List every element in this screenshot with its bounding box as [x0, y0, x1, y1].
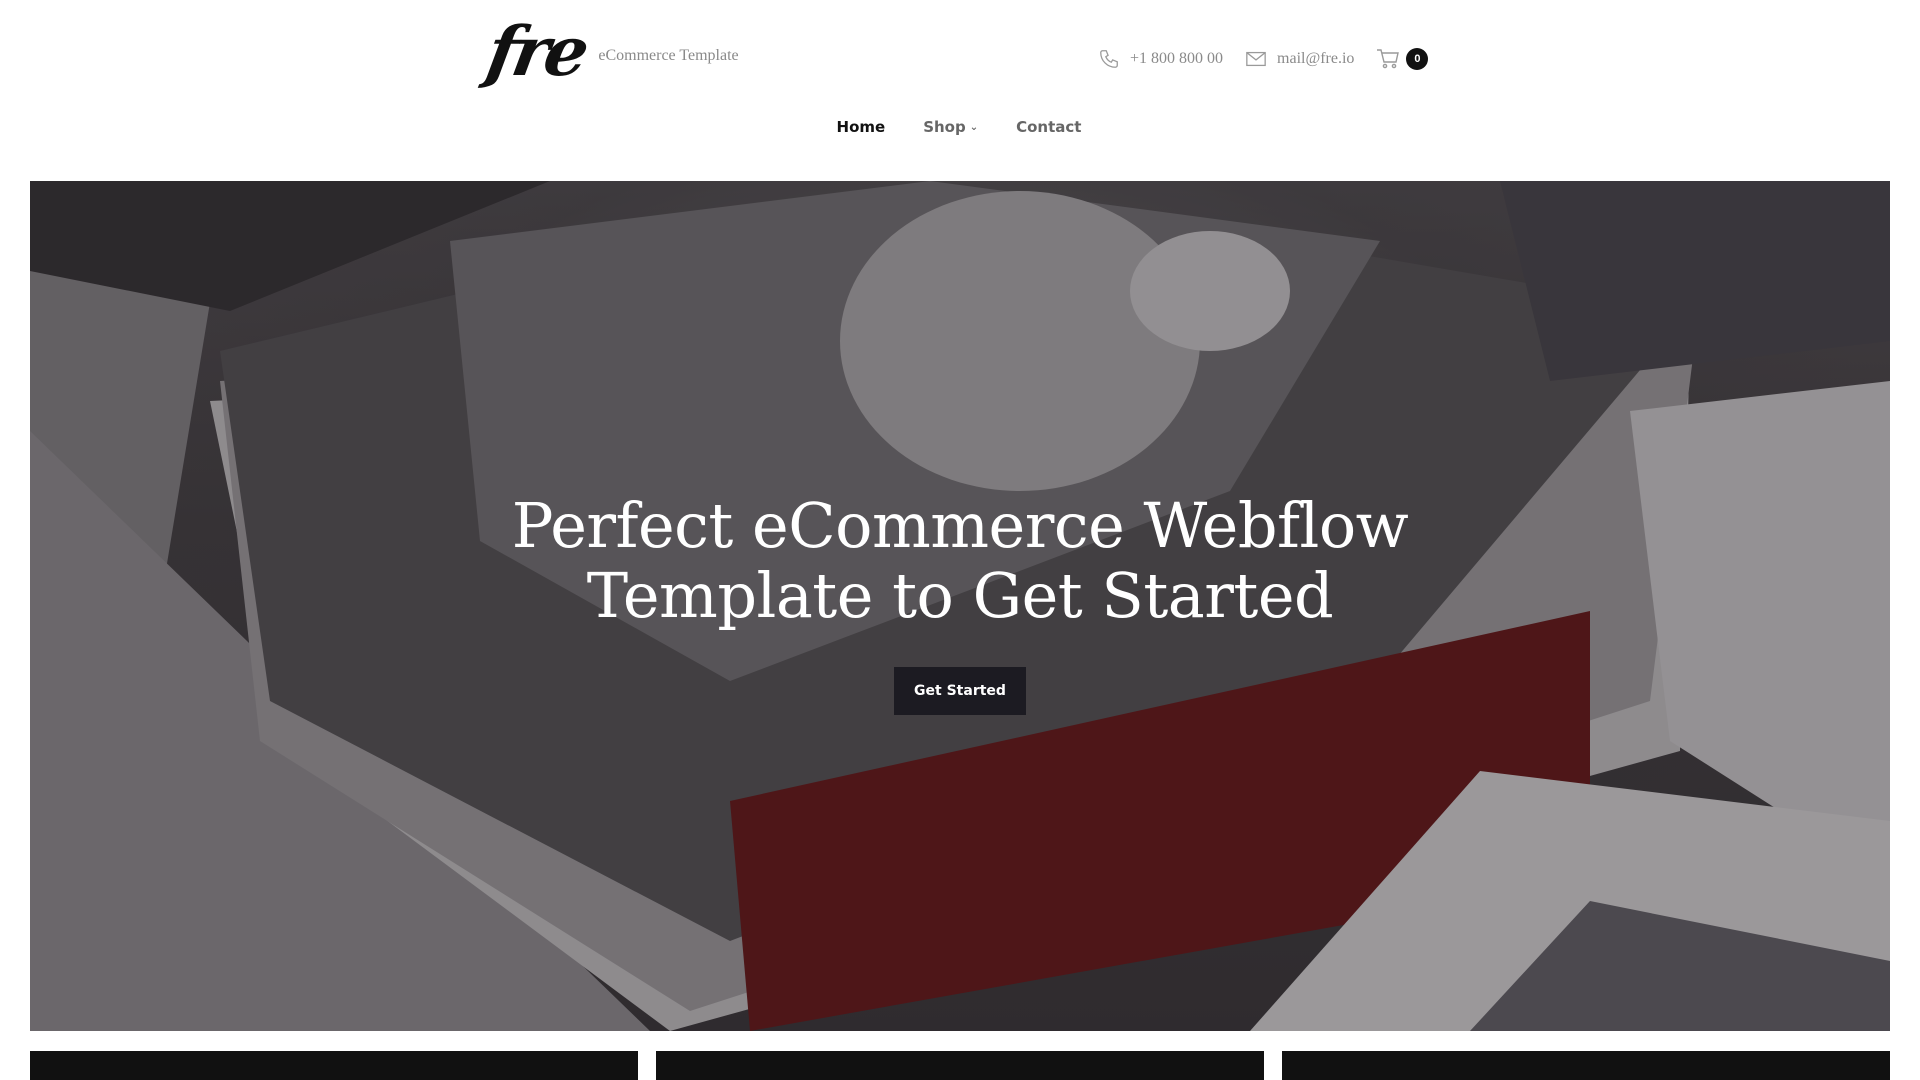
- nav-item-home[interactable]: Home: [837, 118, 886, 136]
- feature-card[interactable]: [30, 1051, 638, 1080]
- contact-bar: +1 800 800 00 mail@fre.io 0: [1098, 48, 1429, 70]
- logo[interactable]: fre: [481, 12, 591, 92]
- email-link[interactable]: mail@fre.io: [1245, 48, 1354, 70]
- mail-icon: [1246, 51, 1266, 67]
- chevron-down-icon: ⌄: [969, 121, 979, 133]
- cart-count-badge: 0: [1406, 48, 1429, 70]
- cart-icon: [1377, 49, 1400, 69]
- nav-item-contact[interactable]: Contact: [1016, 118, 1081, 136]
- email-address: mail@fre.io: [1277, 50, 1355, 67]
- hero-banner: Perfect eCommerce Webflow Template to Ge…: [30, 181, 1890, 1031]
- tagline: eCommerce Template: [598, 47, 739, 64]
- site-header: fre eCommerce Template +1 800 800 00 mai…: [0, 0, 1920, 180]
- phone-number: +1 800 800 00: [1130, 50, 1224, 67]
- feature-card[interactable]: [656, 1051, 1264, 1080]
- main-nav: Home Shop ⌄ Contact: [0, 118, 1920, 136]
- hero-title-line2: Template to Get Started: [586, 559, 1334, 632]
- cart-button[interactable]: 0: [1376, 48, 1429, 70]
- phone-link[interactable]: +1 800 800 00: [1098, 48, 1223, 70]
- nav-item-label: Shop: [923, 118, 966, 136]
- brand[interactable]: fre eCommerce Template: [481, 12, 739, 92]
- nav-item-shop[interactable]: Shop ⌄: [923, 118, 978, 136]
- hero-title-line1: Perfect eCommerce Webflow: [511, 489, 1409, 562]
- get-started-button[interactable]: Get Started: [894, 667, 1026, 715]
- nav-item-label: Contact: [1016, 118, 1082, 136]
- phone-icon: [1100, 50, 1118, 68]
- feature-card[interactable]: [1282, 1051, 1890, 1080]
- hero-title: Perfect eCommerce Webflow Template to Ge…: [30, 491, 1890, 631]
- nav-item-label: Home: [836, 118, 886, 136]
- feature-cards: [30, 1051, 1890, 1080]
- hero-content: Perfect eCommerce Webflow Template to Ge…: [30, 491, 1890, 715]
